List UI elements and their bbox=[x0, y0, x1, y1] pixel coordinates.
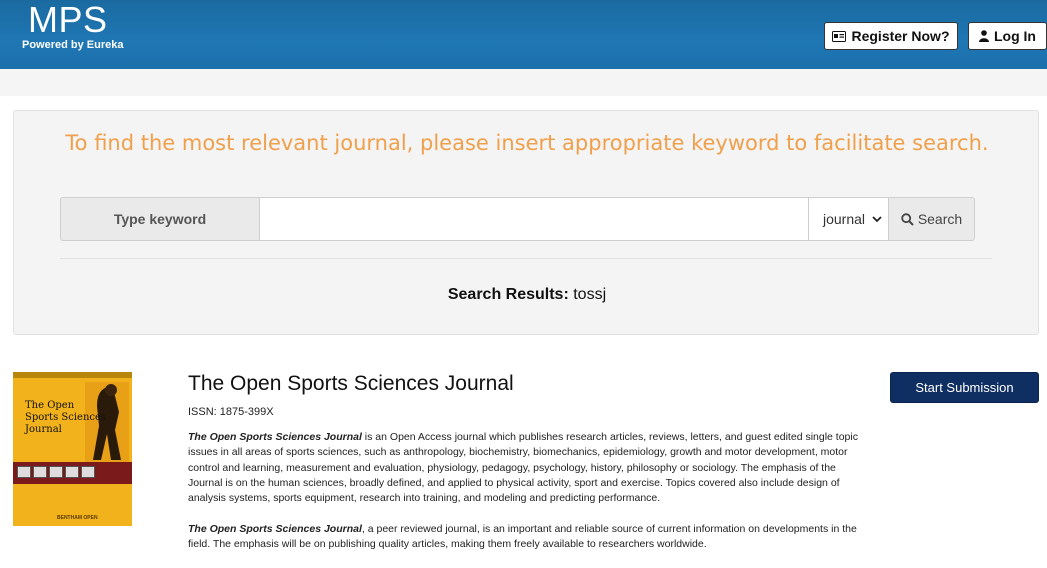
search-button[interactable]: Search bbox=[889, 197, 975, 241]
top-navbar: MPS Powered by Eureka Register Now? Log … bbox=[0, 0, 1047, 69]
cover-publisher: BENTHAM OPEN bbox=[57, 515, 98, 521]
results-query: tossj bbox=[573, 286, 607, 303]
results-label: Search Results: bbox=[447, 286, 569, 303]
journal-issn: ISSN: 1875-399X bbox=[188, 406, 274, 418]
search-bar: Type keyword journal Search bbox=[60, 197, 975, 241]
search-button-label: Search bbox=[917, 211, 963, 227]
cover-title-line: Sports Sciences bbox=[25, 412, 107, 423]
journal-name-emphasis: The Open Sports Sciences Journal bbox=[188, 523, 362, 535]
cover-title-line: The Open bbox=[25, 400, 75, 411]
login-button[interactable]: Log In bbox=[968, 22, 1047, 50]
cover-title-line: Journal bbox=[25, 424, 62, 435]
header-band bbox=[0, 69, 1047, 96]
chevron-down-icon bbox=[872, 215, 882, 222]
cover-thumbnail bbox=[17, 466, 31, 478]
search-tagline: To find the most relevant journal, pleas… bbox=[65, 131, 989, 155]
keyword-input[interactable] bbox=[259, 197, 809, 241]
register-button[interactable]: Register Now? bbox=[824, 22, 958, 50]
brand-logo[interactable]: MPS bbox=[28, 0, 108, 40]
user-icon bbox=[979, 30, 989, 42]
search-type-select[interactable]: journal bbox=[809, 197, 889, 241]
journal-name-emphasis: The Open Sports Sciences Journal bbox=[188, 431, 362, 443]
cover-thumbnails bbox=[17, 466, 95, 478]
journal-title[interactable]: The Open Sports Sciences Journal bbox=[188, 372, 514, 396]
journal-cover-image[interactable]: The Open Sports Sciences Journal BENTHAM… bbox=[13, 372, 132, 526]
login-label: Log In bbox=[994, 28, 1036, 44]
cover-title: The Open Sports Sciences Journal bbox=[25, 400, 106, 436]
search-type-value: journal bbox=[823, 211, 866, 227]
start-submission-button[interactable]: Start Submission bbox=[890, 372, 1039, 403]
keyword-label: Type keyword bbox=[60, 197, 259, 241]
cover-thumbnail bbox=[33, 466, 47, 478]
search-divider bbox=[60, 258, 992, 259]
id-card-icon bbox=[832, 30, 847, 42]
journal-description-secondary: The Open Sports Sciences Journal, a peer… bbox=[188, 522, 868, 553]
cover-thumbnail bbox=[81, 466, 95, 478]
cover-thumbnail bbox=[49, 466, 63, 478]
cover-thumbnail bbox=[65, 466, 79, 478]
register-label: Register Now? bbox=[851, 28, 950, 44]
journal-description: The Open Sports Sciences Journal is an O… bbox=[188, 430, 868, 506]
brand-subtitle: Powered by Eureka bbox=[22, 39, 124, 51]
search-results-summary: Search Results: tossj bbox=[14, 286, 1040, 304]
search-panel: To find the most relevant journal, pleas… bbox=[13, 110, 1039, 335]
cover-top-strip bbox=[13, 372, 132, 378]
search-icon bbox=[901, 212, 914, 226]
